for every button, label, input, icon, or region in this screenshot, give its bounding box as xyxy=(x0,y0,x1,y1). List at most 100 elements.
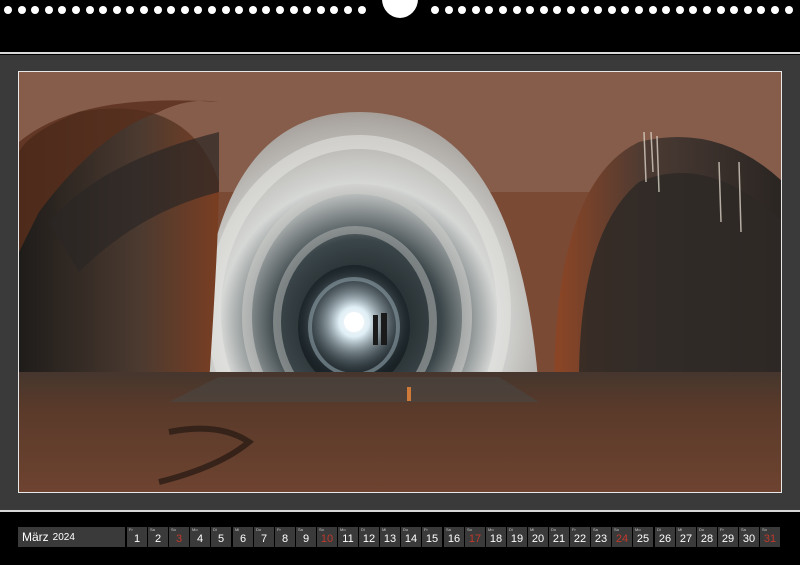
day-number: 14 xyxy=(404,533,418,545)
weekday-abbrev: So xyxy=(762,527,767,532)
binding-hole xyxy=(290,6,298,14)
bottom-divider xyxy=(0,510,800,512)
day-number: 25 xyxy=(636,533,650,545)
day-cell: So 17 xyxy=(465,527,485,547)
weekday-abbrev: Mi xyxy=(678,527,683,532)
day-cell: Do 21 xyxy=(549,527,569,547)
weekday-abbrev: Fr xyxy=(572,527,576,532)
weekday-abbrev: Sa xyxy=(593,527,598,532)
binding-hole xyxy=(553,6,561,14)
binding-hole xyxy=(676,6,684,14)
weekday-abbrev: So xyxy=(614,527,619,532)
weekday-abbrev: Fr xyxy=(720,527,724,532)
binding-hole xyxy=(262,6,270,14)
binding-hole xyxy=(276,6,284,14)
weekday-abbrev: Do xyxy=(403,527,409,532)
day-number: 4 xyxy=(196,533,204,545)
month-name: März xyxy=(22,530,49,544)
binding-hole xyxy=(194,6,202,14)
binding-hole xyxy=(649,6,657,14)
day-number: 30 xyxy=(742,533,756,545)
weekday-abbrev: Do xyxy=(551,527,557,532)
day-cell: Fr 8 xyxy=(275,527,295,547)
day-number: 27 xyxy=(679,533,693,545)
day-cell: Mi 20 xyxy=(528,527,548,547)
weekday-abbrev: Di xyxy=(657,527,661,532)
binding-hole xyxy=(703,6,711,14)
day-number: 16 xyxy=(447,533,461,545)
binding-hole xyxy=(358,6,366,14)
day-number: 26 xyxy=(658,533,672,545)
binding-hole xyxy=(608,6,616,14)
calendar-strip: März 2024 Fr 1 Sa 2 So 3 Mo 4 Di 5 Mi 6 Do 7 Fr 8 Sa 9 So 1… xyxy=(18,527,782,547)
day-cell: Fr 22 xyxy=(570,527,590,547)
day-cell: Sa 16 xyxy=(444,527,464,547)
binding-hole xyxy=(445,6,453,14)
day-number: 31 xyxy=(763,533,777,545)
day-cell: Di 19 xyxy=(507,527,527,547)
binding-hole xyxy=(31,6,39,14)
day-cell: Di 12 xyxy=(359,527,379,547)
day-number: 3 xyxy=(175,533,183,545)
day-number: 13 xyxy=(383,533,397,545)
binding-hole xyxy=(581,6,589,14)
binding-hole xyxy=(317,6,325,14)
binding-hole xyxy=(662,6,670,14)
day-number: 24 xyxy=(615,533,629,545)
day-cell: So 10 xyxy=(317,527,337,547)
binding-hole xyxy=(18,6,26,14)
binding-hole xyxy=(330,6,338,14)
binding-hole xyxy=(594,6,602,14)
binding-hole xyxy=(45,6,53,14)
tunnel-photo xyxy=(18,71,782,493)
day-cell: Sa 30 xyxy=(739,527,759,547)
binding-hole xyxy=(249,6,257,14)
binding-hole xyxy=(154,6,162,14)
day-cell: Fr 1 xyxy=(127,527,147,547)
day-cell: Do 14 xyxy=(401,527,421,547)
day-number: 11 xyxy=(342,533,354,545)
binding-hole xyxy=(621,6,629,14)
binding-hole xyxy=(113,6,121,14)
weekday-abbrev: Do xyxy=(256,527,262,532)
day-cell: Mo 25 xyxy=(633,527,653,547)
binding-hole xyxy=(86,6,94,14)
binding-hole xyxy=(472,6,480,14)
day-number: 5 xyxy=(217,533,225,545)
weekday-abbrev: Fr xyxy=(129,527,133,532)
day-number: 12 xyxy=(362,533,376,545)
binding-hole xyxy=(526,6,534,14)
day-cell: Fr 15 xyxy=(422,527,442,547)
binding-hole xyxy=(635,6,643,14)
weekday-abbrev: Di xyxy=(509,527,513,532)
binding-hole xyxy=(513,6,521,14)
binding-hole xyxy=(222,6,230,14)
day-number: 1 xyxy=(133,533,141,545)
binding-hole xyxy=(458,6,466,14)
day-number: 8 xyxy=(281,533,289,545)
binding-hole xyxy=(344,6,352,14)
weekday-abbrev: So xyxy=(467,527,472,532)
binding-hole xyxy=(126,6,134,14)
day-number: 20 xyxy=(531,533,545,545)
tunnel-photo-image xyxy=(19,72,781,492)
day-number: 28 xyxy=(700,533,714,545)
weekday-abbrev: Sa xyxy=(150,527,155,532)
binding-hole xyxy=(785,6,793,14)
binding-hole xyxy=(99,6,107,14)
top-divider xyxy=(0,52,800,54)
day-number: 29 xyxy=(721,533,735,545)
day-cell: Di 26 xyxy=(655,527,675,547)
weekday-abbrev: Mo xyxy=(488,527,494,532)
day-number: 21 xyxy=(552,533,566,545)
day-cell: Mo 11 xyxy=(338,527,358,547)
weekday-abbrev: Di xyxy=(361,527,365,532)
day-cell: Di 5 xyxy=(211,527,231,547)
day-cell: Mi 27 xyxy=(676,527,696,547)
weekday-abbrev: Mo xyxy=(192,527,198,532)
day-cell: Fr 29 xyxy=(718,527,738,547)
day-cell: Do 7 xyxy=(254,527,274,547)
weekday-abbrev: So xyxy=(319,527,324,532)
day-cell: Mo 18 xyxy=(486,527,506,547)
weekday-abbrev: So xyxy=(171,527,176,532)
